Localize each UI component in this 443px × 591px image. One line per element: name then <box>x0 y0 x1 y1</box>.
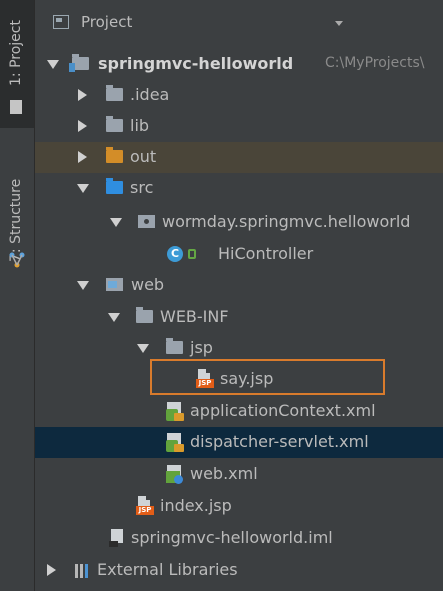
project-view-title: Project <box>81 13 133 31</box>
project-tab-label: 1: Project <box>8 20 24 86</box>
tree-node-application-context[interactable]: applicationContext.xml <box>35 396 443 427</box>
external-libraries-label: External Libraries <box>97 560 238 579</box>
tree-node-hicontroller[interactable]: C HiController <box>35 239 443 270</box>
spring-xml-icon <box>166 402 184 421</box>
library-icon <box>75 564 91 578</box>
jsp-file-icon: JSP <box>136 496 154 516</box>
source-folder-icon <box>106 178 123 194</box>
folder-icon <box>106 85 123 101</box>
view-mode-dropdown-icon[interactable] <box>335 21 343 26</box>
project-view-header[interactable]: Project <box>35 8 443 36</box>
folder-icon <box>106 116 123 132</box>
tree-node-index-jsp[interactable]: JSP index.jsp <box>35 491 443 522</box>
project-panel: Project springmvc-helloworld C:\MyProjec… <box>35 0 443 591</box>
tree-node-out[interactable]: out <box>35 142 443 173</box>
tree-node-webinf[interactable]: WEB-INF <box>35 302 443 333</box>
root-project-label: springmvc-helloworld <box>98 54 294 73</box>
class-icon: C <box>167 246 183 262</box>
collapse-arrow-icon[interactable] <box>78 120 87 132</box>
jsp-folder-label: jsp <box>190 338 213 357</box>
expand-arrow-icon[interactable] <box>137 344 149 353</box>
tree-node-dispatcher-servlet[interactable]: dispatcher-servlet.xml <box>35 427 443 458</box>
package-icon <box>138 215 155 228</box>
webinf-folder-label: WEB-INF <box>160 307 229 326</box>
out-folder-label: out <box>130 147 157 166</box>
folder-icon <box>166 338 183 354</box>
expand-arrow-icon[interactable] <box>47 60 59 69</box>
tree-node-root[interactable]: springmvc-helloworld C:\MyProjects\ <box>35 49 443 80</box>
spring-xml-icon <box>166 433 184 452</box>
expand-arrow-icon[interactable] <box>110 218 122 227</box>
idea-folder-label: .idea <box>130 85 170 104</box>
structure-tool-tab[interactable]: 7: Structure <box>0 142 34 272</box>
root-project-path: C:\MyProjects\ <box>325 55 425 71</box>
expand-arrow-icon[interactable] <box>77 184 89 193</box>
annotation-highlight-box <box>150 359 385 395</box>
project-view-icon <box>53 15 69 29</box>
project-folder-icon <box>69 54 89 72</box>
module-file-icon <box>109 529 125 547</box>
project-tool-icon <box>10 100 22 114</box>
tree-node-iml[interactable]: springmvc-helloworld.iml <box>35 523 443 554</box>
web-xml-icon <box>166 465 184 484</box>
dispatcher-servlet-label: dispatcher-servlet.xml <box>190 432 369 451</box>
tool-window-strip: 1: Project 7: Structure <box>0 0 35 591</box>
excluded-folder-icon <box>106 147 123 163</box>
tree-node-lib[interactable]: lib <box>35 111 443 142</box>
expand-arrow-icon[interactable] <box>108 313 120 322</box>
tree-node-package[interactable]: wormday.springmvc.helloworld <box>35 207 443 238</box>
web-folder-label: web <box>131 275 165 294</box>
tree-node-src[interactable]: src <box>35 173 443 204</box>
index-jsp-label: index.jsp <box>160 496 232 515</box>
package-label: wormday.springmvc.helloworld <box>162 212 411 231</box>
tree-node-idea[interactable]: .idea <box>35 80 443 111</box>
project-tool-tab[interactable]: 1: Project <box>0 0 34 128</box>
structure-tool-icon <box>9 252 25 268</box>
iml-file-label: springmvc-helloworld.iml <box>131 528 333 547</box>
application-context-label: applicationContext.xml <box>190 401 376 420</box>
collapse-arrow-icon[interactable] <box>78 151 87 163</box>
structure-tab-label: 7: Structure <box>8 178 24 262</box>
lib-folder-label: lib <box>130 116 150 135</box>
web-xml-label: web.xml <box>190 464 258 483</box>
tree-node-web[interactable]: web <box>35 270 443 301</box>
collapse-arrow-icon[interactable] <box>78 89 87 101</box>
tree-node-external-libraries[interactable]: External Libraries <box>35 555 443 586</box>
collapse-arrow-icon[interactable] <box>47 564 56 576</box>
public-access-icon <box>188 249 196 259</box>
tree-node-web-xml[interactable]: web.xml <box>35 459 443 490</box>
class-label: HiController <box>218 244 314 263</box>
folder-icon <box>136 307 153 323</box>
expand-arrow-icon[interactable] <box>77 281 89 290</box>
src-folder-label: src <box>130 178 154 197</box>
web-folder-icon <box>106 278 123 291</box>
